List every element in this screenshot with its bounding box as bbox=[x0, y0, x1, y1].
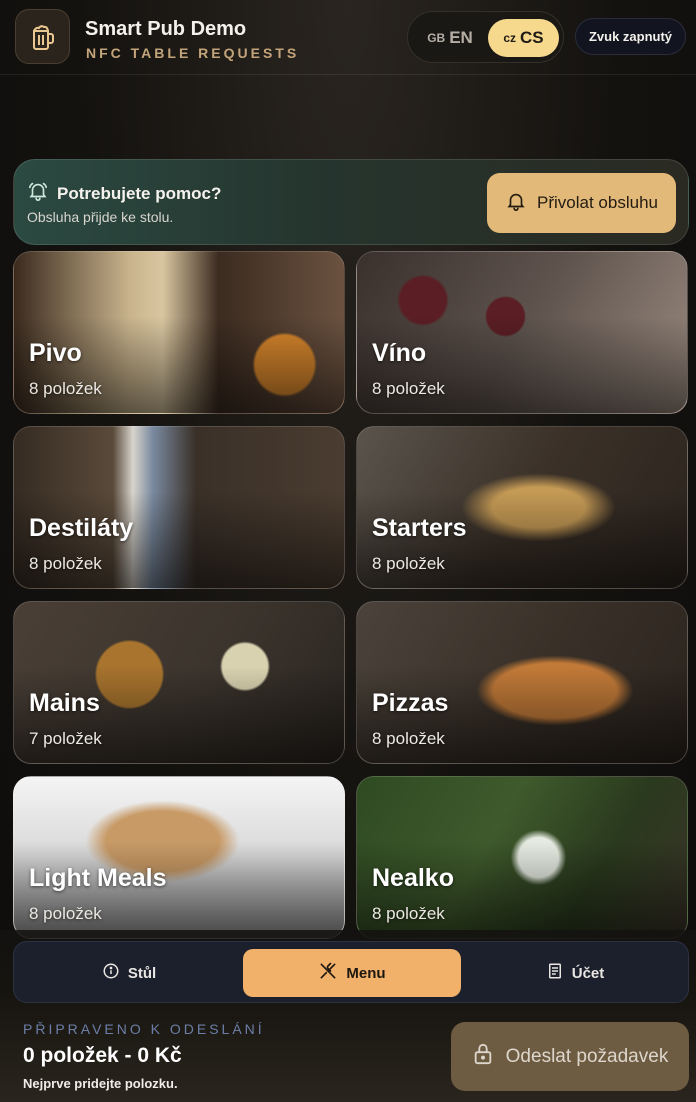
lang-cs-label: CS bbox=[520, 28, 544, 47]
language-switch: GB EN CZ CS bbox=[407, 11, 564, 63]
category-card-destilaty[interactable]: Destiláty 8 položek bbox=[13, 426, 345, 589]
category-name: Destiláty bbox=[29, 514, 134, 542]
tab-label: Účet bbox=[571, 964, 605, 982]
category-name: Víno bbox=[372, 339, 427, 367]
help-title: Potrebujete pomoc? bbox=[57, 184, 222, 203]
bell-icon bbox=[505, 190, 527, 217]
category-name: Mains bbox=[29, 689, 100, 717]
app-subtitle: NFC TABLE REQUESTS bbox=[86, 45, 300, 61]
lang-cs-button[interactable]: CZ CS bbox=[488, 19, 559, 57]
category-count: 7 položek bbox=[29, 729, 102, 748]
help-banner: Potrebujete pomoc? Obsluha přijde ke sto… bbox=[13, 159, 689, 245]
category-name: Pivo bbox=[29, 339, 82, 367]
category-name: Starters bbox=[372, 514, 467, 542]
category-card-starters[interactable]: Starters 8 položek bbox=[356, 426, 688, 589]
utensils-icon bbox=[318, 961, 338, 985]
cz-flag-icon: CZ bbox=[503, 31, 517, 45]
call-staff-button[interactable]: Přivolat obsluhu bbox=[487, 173, 676, 233]
tab-label: Stůl bbox=[127, 964, 157, 982]
category-name: Nealko bbox=[372, 864, 454, 892]
category-count: 8 položek bbox=[372, 729, 445, 748]
order-total: 0 položek - 0 Kč bbox=[23, 1044, 182, 1067]
category-count: 8 položek bbox=[29, 554, 102, 573]
help-subtitle: Obsluha přijde ke stolu. bbox=[27, 209, 174, 225]
category-count: 8 položek bbox=[372, 904, 445, 923]
receipt-icon bbox=[546, 962, 564, 984]
category-card-mains[interactable]: Mains 7 položek bbox=[13, 601, 345, 764]
send-request-label: Odeslat požadavek bbox=[505, 1045, 669, 1067]
tab-stul[interactable]: Stůl bbox=[18, 949, 240, 997]
app-title: Smart Pub Demo bbox=[85, 18, 247, 40]
app-header: Smart Pub Demo NFC TABLE REQUESTS GB EN … bbox=[0, 0, 696, 75]
category-count: 8 položek bbox=[29, 904, 102, 923]
category-count: 8 položek bbox=[29, 379, 102, 398]
tab-label: Menu bbox=[346, 964, 386, 982]
send-request-button[interactable]: Odeslat požadavek bbox=[451, 1022, 689, 1091]
lock-icon bbox=[472, 1042, 494, 1072]
bottom-tab-bar: Stůl Menu Účet bbox=[13, 941, 689, 1003]
category-name: Light Meals bbox=[29, 864, 167, 892]
category-card-pizzas[interactable]: Pizzas 8 položek bbox=[356, 601, 688, 764]
category-card-nealko[interactable]: Nealko 8 položek bbox=[356, 776, 688, 939]
category-card-light-meals[interactable]: Light Meals 8 položek bbox=[13, 776, 345, 939]
beer-mug-icon bbox=[15, 9, 70, 64]
order-status-label: PŘIPRAVENO K ODESLÁNÍ bbox=[23, 1021, 265, 1037]
category-count: 8 položek bbox=[372, 379, 445, 398]
category-name: Pizzas bbox=[372, 689, 449, 717]
lang-en-button[interactable]: GB EN bbox=[416, 19, 484, 57]
bell-icon bbox=[27, 180, 49, 207]
sound-toggle-button[interactable]: Zvuk zapnutý bbox=[575, 18, 686, 55]
gb-flag-icon: GB bbox=[427, 31, 446, 45]
info-icon bbox=[102, 962, 120, 984]
call-staff-label: Přivolat obsluhu bbox=[537, 193, 658, 212]
order-hint: Nejprve pridejte polozku. bbox=[23, 1076, 178, 1091]
category-card-pivo[interactable]: Pivo 8 položek bbox=[13, 251, 345, 414]
category-count: 8 položek bbox=[372, 554, 445, 573]
tab-ucet[interactable]: Účet bbox=[465, 949, 685, 997]
tab-menu[interactable]: Menu bbox=[243, 949, 461, 997]
lang-en-label: EN bbox=[449, 28, 473, 47]
category-card-vino[interactable]: Víno 8 položek bbox=[356, 251, 688, 414]
